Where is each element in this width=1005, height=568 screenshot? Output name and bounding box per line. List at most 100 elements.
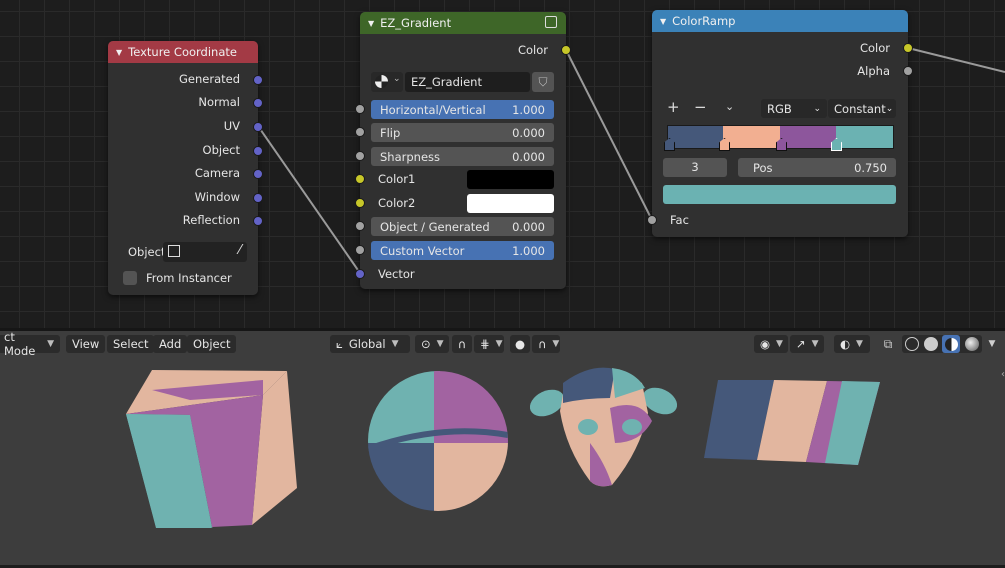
socket-uv[interactable] bbox=[253, 122, 263, 132]
texture-coordinate-header[interactable]: ▼ Texture Coordinate bbox=[108, 41, 258, 63]
ramp-segment-peach bbox=[723, 126, 780, 148]
node-group-selector[interactable]: ⌄ EZ_Gradient ⛉ bbox=[371, 72, 554, 92]
node-title: Texture Coordinate bbox=[128, 45, 237, 59]
plane-object[interactable] bbox=[704, 380, 880, 465]
field-value: 1.000 bbox=[512, 102, 545, 117]
color1-swatch[interactable] bbox=[467, 170, 554, 189]
socket-flip[interactable] bbox=[355, 127, 365, 137]
socket-camera[interactable] bbox=[253, 169, 263, 179]
ramp-segment-purple bbox=[780, 126, 836, 148]
link-ramp-color-out bbox=[907, 47, 1005, 73]
socket-color2[interactable] bbox=[355, 198, 365, 208]
field-value: 0.000 bbox=[512, 149, 545, 164]
socket-vector-in[interactable] bbox=[355, 269, 365, 279]
ramp-segment-teal bbox=[836, 126, 893, 148]
color2-label: Color2 bbox=[378, 196, 416, 210]
scene-objects[interactable] bbox=[0, 331, 1005, 568]
chevron-down-icon: ⌄ bbox=[885, 103, 894, 114]
vector-label: Vector bbox=[378, 267, 415, 281]
ez-gradient-header[interactable]: ▼ EZ_Gradient bbox=[360, 12, 566, 34]
socket-reflection[interactable] bbox=[253, 216, 263, 226]
sharpness-field[interactable]: Sharpness 0.000 bbox=[371, 147, 554, 166]
shader-ball-icon[interactable]: ⌄ bbox=[371, 72, 403, 92]
socket-fac-in[interactable] bbox=[647, 215, 657, 225]
collapse-arrow-icon[interactable]: ▼ bbox=[368, 19, 374, 28]
socket-window[interactable] bbox=[253, 193, 263, 203]
socket-color1[interactable] bbox=[355, 174, 365, 184]
eyedropper-icon[interactable]: ⁄ bbox=[239, 243, 241, 258]
node-title: EZ_Gradient bbox=[380, 16, 452, 30]
field-label: Pos bbox=[753, 160, 773, 175]
link-color-to-fac bbox=[565, 49, 653, 221]
group-name-field[interactable]: EZ_Gradient bbox=[405, 72, 530, 92]
output-uv: UV bbox=[223, 119, 240, 133]
dropdown-value: Constant bbox=[834, 101, 886, 116]
field-value: 1.000 bbox=[512, 243, 545, 258]
output-color-label: Color bbox=[517, 43, 548, 57]
color-ramp-header[interactable]: ▼ ColorRamp bbox=[652, 10, 908, 32]
object-cube-icon bbox=[168, 245, 180, 257]
output-alpha-label: Alpha bbox=[857, 64, 890, 78]
from-instancer-checkbox[interactable] bbox=[123, 271, 137, 285]
custom-vector-field[interactable]: Custom Vector 1.000 bbox=[371, 241, 554, 260]
monkey-object[interactable] bbox=[526, 367, 682, 487]
object-generated-field[interactable]: Object / Generated 0.000 bbox=[371, 217, 554, 236]
socket-color-out[interactable] bbox=[903, 43, 913, 53]
fake-user-shield-icon[interactable]: ⛉ bbox=[532, 72, 554, 92]
stop-color-swatch[interactable] bbox=[663, 185, 896, 204]
socket-generated[interactable] bbox=[253, 75, 263, 85]
color1-label: Color1 bbox=[378, 172, 416, 186]
field-value: 0.000 bbox=[512, 219, 545, 234]
field-value: 0.000 bbox=[512, 125, 545, 140]
remove-stop-button[interactable]: − bbox=[694, 98, 707, 116]
output-normal: Normal bbox=[198, 95, 240, 109]
node-group-icon[interactable] bbox=[545, 16, 557, 28]
ez-gradient-node[interactable]: ▼ EZ_Gradient Color ⌄ EZ_Gradient ⛉ Hori… bbox=[355, 12, 571, 289]
interpolation-dropdown[interactable]: Constant ⌄ bbox=[828, 99, 896, 118]
output-color-label: Color bbox=[859, 41, 890, 55]
cube-object[interactable] bbox=[126, 370, 297, 528]
output-camera: Camera bbox=[194, 166, 240, 180]
socket-custom-vector[interactable] bbox=[355, 245, 365, 255]
ramp-segment-navy bbox=[668, 126, 723, 148]
stop-index-field[interactable]: 3 bbox=[663, 158, 727, 177]
from-instancer-label: From Instancer bbox=[146, 271, 232, 285]
socket-sharpness[interactable] bbox=[355, 151, 365, 161]
node-editor[interactable]: ▼ Texture Coordinate Generated Normal UV… bbox=[0, 0, 1005, 328]
3d-viewport[interactable]: ct Mode ▼ View Select Add Object ⟀ Global… bbox=[0, 328, 1005, 565]
link-uv-to-vector bbox=[257, 125, 361, 274]
collapse-arrow-icon[interactable]: ▼ bbox=[116, 48, 122, 57]
chevron-down-icon: ⌄ bbox=[813, 103, 821, 114]
texture-coordinate-node[interactable]: ▼ Texture Coordinate Generated Normal UV… bbox=[108, 41, 263, 295]
flip-field[interactable]: Flip 0.000 bbox=[371, 123, 554, 142]
field-value: 0.750 bbox=[854, 160, 887, 175]
sphere-object[interactable] bbox=[360, 363, 514, 523]
horizontal-vertical-field[interactable]: Horizontal/Vertical 1.000 bbox=[371, 100, 554, 119]
object-picker-field[interactable]: ⁄ bbox=[163, 242, 247, 262]
color2-swatch[interactable] bbox=[467, 194, 554, 213]
field-label: Sharpness bbox=[380, 149, 441, 164]
fac-label: Fac bbox=[670, 213, 689, 227]
output-reflection: Reflection bbox=[182, 213, 240, 227]
output-object: Object bbox=[202, 143, 240, 157]
ramp-menu-chevron-icon[interactable]: ⌄ bbox=[725, 100, 734, 113]
viewport-edge-handle-icon[interactable]: ‹ bbox=[1001, 369, 1005, 383]
socket-color-out[interactable] bbox=[561, 45, 571, 55]
stop-position-field[interactable]: Pos 0.750 bbox=[738, 158, 896, 177]
add-stop-button[interactable]: + bbox=[667, 98, 680, 116]
socket-horizontal-vertical[interactable] bbox=[355, 104, 365, 114]
color-ramp-node[interactable]: ▼ ColorRamp Color Alpha + − ⌄ RGB ⌄ Cons… bbox=[647, 10, 913, 237]
object-label: Object bbox=[128, 245, 166, 259]
node-title: ColorRamp bbox=[672, 14, 736, 28]
output-generated: Generated bbox=[178, 72, 240, 86]
socket-object-generated[interactable] bbox=[355, 221, 365, 231]
field-label: Flip bbox=[380, 125, 401, 140]
socket-object[interactable] bbox=[253, 146, 263, 156]
color-mode-dropdown[interactable]: RGB ⌄ bbox=[761, 99, 827, 118]
field-label: Custom Vector bbox=[380, 243, 465, 258]
output-window: Window bbox=[194, 190, 240, 204]
field-label: Horizontal/Vertical bbox=[380, 102, 486, 117]
socket-alpha-out[interactable] bbox=[903, 66, 913, 76]
collapse-arrow-icon[interactable]: ▼ bbox=[660, 17, 666, 26]
socket-normal[interactable] bbox=[253, 98, 263, 108]
